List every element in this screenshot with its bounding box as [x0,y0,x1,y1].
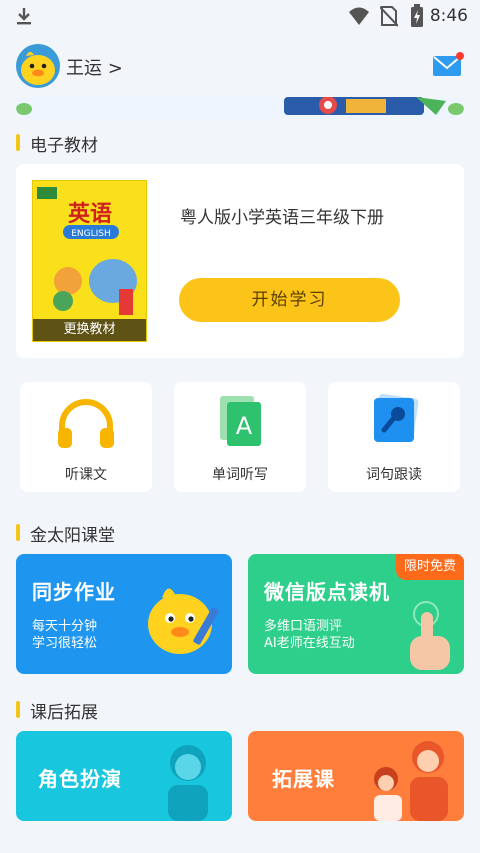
no-sim-icon [380,6,398,27]
card-subtitle-2: 学习很轻松 [32,636,98,651]
textbook-title: 粤人版小学英语三年级下册 [180,208,384,228]
banner-carousel[interactable] [16,97,464,119]
download-icon [17,8,31,25]
headphones-icon [58,399,114,448]
section-title-classroom: 金太阳课堂 [16,521,115,546]
status-bar: 8:46 [0,0,480,32]
textbook-cover-art: 英语 ENGLISH [37,187,137,315]
section-title-textbook: 电子教材 [16,131,98,156]
svg-text:A: A [236,412,253,440]
card-subtitle-2: AI老师在线互动 [264,636,355,651]
tool-sentence-follow[interactable]: 词句跟读 [328,382,460,492]
card-title: 同步作业 [32,580,116,604]
avatar[interactable] [16,44,60,88]
cover-subtitle-text: ENGLISH [71,229,111,239]
extension-course-card[interactable]: 拓展课 [248,731,464,821]
user-name-link[interactable]: 王运 > [66,54,123,80]
change-textbook-button[interactable]: 更换教材 [33,319,146,341]
microphone-icon [373,394,419,443]
card-title: 角色扮演 [38,767,122,791]
banner-illustration [16,97,464,115]
card-subtitle-1: 多维口语测评 [264,619,343,634]
limited-free-badge: 限时免费 [396,554,464,580]
wechat-reader-card[interactable]: 微信版点读机 多维口语测评 AI老师在线互动 限时免费 [248,554,464,674]
wifi-icon [349,7,369,25]
card-subtitle-1: 每天十分钟 [32,619,98,634]
pointing-hand-icon [410,601,450,670]
role-play-card[interactable]: 角色扮演 [16,731,232,821]
sync-homework-card[interactable]: 同步作业 每天十分钟 学习很轻松 [16,554,232,674]
mother-child-reading-icon [374,741,448,821]
cover-title-text: 英语 [68,202,112,227]
card-title: 拓展课 [272,767,335,791]
tool-word-dictation[interactable]: A 单词听写 [174,382,306,492]
clock: 8:46 [429,6,468,26]
textbook-cover[interactable]: 英语 ENGLISH 更换教材 [32,180,147,342]
tool-label: 单词听写 [212,467,268,483]
tool-listen-text[interactable]: 听课文 [20,382,152,492]
mail-icon [433,52,464,76]
girl-illustration-icon [168,745,208,821]
tool-label: 词句跟读 [366,467,422,483]
duck-avatar-icon [21,51,55,85]
duck-mascot-icon [148,588,219,654]
notification-dot [456,52,464,60]
tool-label: 听课文 [65,467,107,483]
section-title-extension: 课后拓展 [16,698,98,723]
card-title: 微信版点读机 [264,580,390,604]
start-learning-button[interactable]: 开始学习 [179,278,400,322]
mail-button[interactable] [432,52,464,76]
battery-charging-icon [411,4,423,27]
letter-card-icon: A [220,396,261,446]
